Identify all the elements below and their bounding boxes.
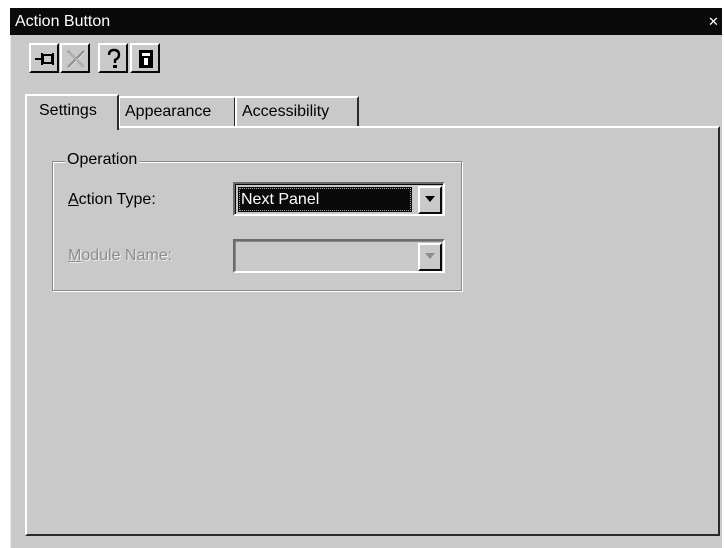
- tab-accessibility[interactable]: Accessibility: [235, 96, 359, 128]
- operation-group: Operation Action Type: Next Panel Module…: [52, 151, 462, 291]
- module-name-label: Module Name:: [68, 247, 172, 265]
- delete-button[interactable]: [60, 43, 90, 73]
- close-icon[interactable]: ✕: [707, 15, 720, 28]
- chevron-down-icon: [425, 253, 435, 259]
- action-type-label-text: ction Type:: [78, 191, 156, 208]
- action-type-value: Next Panel: [238, 187, 412, 212]
- title-bar[interactable]: Action Button ✕: [10, 8, 722, 35]
- module-name-select[interactable]: [233, 239, 445, 273]
- module-name-label-text: odule Name:: [81, 247, 173, 264]
- action-type-dropdown-button[interactable]: [418, 186, 442, 214]
- properties-button[interactable]: [130, 43, 160, 73]
- operation-group-label: Operation: [65, 151, 140, 169]
- chevron-down-icon: [425, 196, 435, 202]
- window-title: Action Button: [15, 13, 111, 30]
- action-type-select[interactable]: Next Panel: [233, 182, 445, 216]
- settings-panel: Operation Action Type: Next Panel Module…: [25, 126, 720, 536]
- tab-appearance[interactable]: Appearance: [118, 96, 236, 128]
- action-type-label: Action Type:: [68, 191, 156, 209]
- module-name-dropdown-button[interactable]: [418, 243, 442, 271]
- tab-settings[interactable]: Settings: [25, 94, 119, 130]
- pin-icon: [35, 53, 54, 65]
- action-type-accel: A: [68, 191, 79, 208]
- tab-label: Appearance: [125, 103, 212, 120]
- tab-label: Accessibility: [242, 103, 330, 120]
- pin-button[interactable]: [29, 43, 59, 73]
- help-icon: [107, 48, 121, 68]
- help-button[interactable]: [98, 43, 128, 73]
- module-name-accel: M: [68, 247, 82, 264]
- action-button-window: Action Button ✕ Appearance Accessibility…: [10, 8, 722, 548]
- delete-icon: [67, 50, 86, 69]
- properties-icon: [139, 50, 153, 68]
- tab-label: Settings: [39, 102, 97, 119]
